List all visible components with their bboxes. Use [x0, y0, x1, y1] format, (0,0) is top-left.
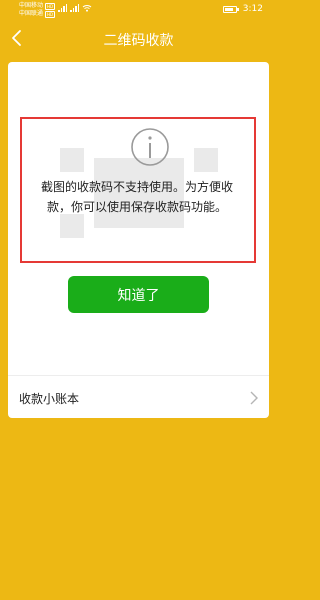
nav-bar: 二维码收款: [0, 24, 277, 52]
carrier-info: 中国移动 HD 中国联通 HD: [19, 2, 56, 18]
signal-group: [58, 4, 92, 12]
page-title: 二维码收款: [103, 33, 174, 49]
info-icon: [131, 128, 169, 166]
signal-icon: [58, 4, 67, 12]
status-bar: 中国移动 HD 中国联通 HD 3:12: [0, 0, 277, 20]
divider: [8, 375, 269, 376]
hd-badge: HD: [45, 2, 56, 10]
notice-message: 截图的收款码不支持使用。为方便收款，你可以使用保存收款码功能。: [40, 180, 233, 214]
chevron-right-icon: [250, 391, 258, 405]
carrier-2-label: 中国联通: [19, 10, 44, 17]
notice-dialog: 截图的收款码不支持使用。为方便收款，你可以使用保存收款码功能。: [20, 117, 256, 263]
got-it-button[interactable]: 知道了: [68, 276, 209, 313]
carrier-1-label: 中国移动: [19, 2, 44, 9]
hd-badge: HD: [45, 10, 56, 18]
ledger-row[interactable]: 收款小账本: [8, 382, 269, 414]
ledger-label: 收款小账本: [19, 392, 80, 406]
signal-icon: [70, 4, 79, 12]
battery-icon: [222, 5, 239, 13]
wifi-icon: [82, 5, 92, 12]
qr-card: 截图的收款码不支持使用。为方便收款，你可以使用保存收款码功能。 知道了 收款小账…: [8, 62, 269, 418]
clock: 3:12: [242, 4, 263, 14]
